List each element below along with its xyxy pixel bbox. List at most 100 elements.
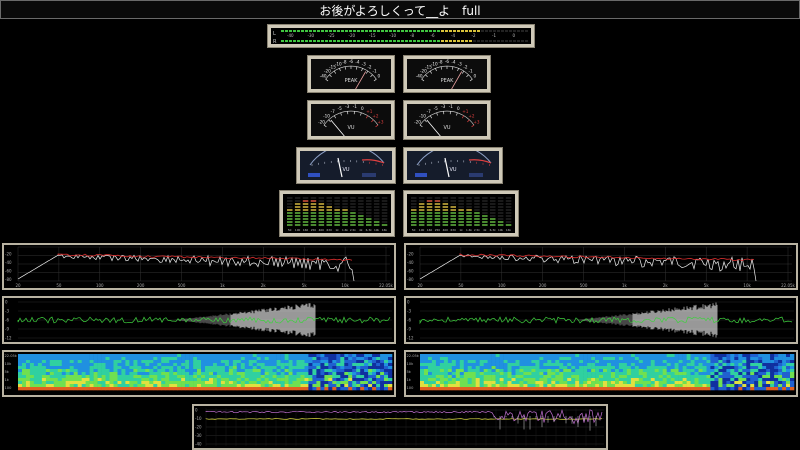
spectrogram-cell: [618, 360, 624, 364]
spectrogram-cell: [678, 360, 683, 364]
spectrogram-cell: [690, 372, 695, 376]
spectrogram-cell: [603, 378, 608, 382]
spectrogram-cell: [244, 381, 250, 385]
octave-segment: [418, 197, 425, 199]
spectrogram-cell: [300, 366, 305, 370]
spectrogram-cell: [762, 381, 767, 385]
spectrogram-cell: [117, 384, 122, 388]
spectrogram-cell: [738, 354, 743, 358]
spectrogram-cell: [165, 384, 170, 388]
spectrogram-cell: [722, 375, 727, 379]
spectrogram-cell: [33, 381, 39, 385]
octave-segment: [490, 224, 496, 226]
spectrogram-cell: [256, 357, 261, 361]
octave-segment: [450, 203, 456, 205]
octave-segment: [458, 215, 464, 217]
spectrogram-cell: [758, 384, 763, 388]
spectrogram-cell: [364, 384, 369, 388]
spectrogram-cell: [782, 363, 787, 367]
spectrogram-cell: [169, 381, 174, 385]
dial-label: VU: [342, 167, 349, 173]
level-segment: [333, 40, 336, 42]
spectrogram-cell: [435, 375, 441, 379]
spectrogram-cell: [642, 375, 648, 379]
spectrogram-cell: [563, 366, 568, 370]
spectrogram-cell: [336, 372, 341, 376]
spectrogram-cell: [626, 381, 632, 385]
spectrogram-cell: [722, 366, 727, 370]
octave-segment: [310, 203, 317, 205]
spectrogram-cell: [459, 366, 465, 370]
level-scale-label: -15: [369, 33, 376, 38]
spectrogram-cell: [523, 375, 528, 379]
octave-segment: [366, 221, 372, 223]
spectrogram-cell: [420, 363, 425, 367]
spectrogram-cell: [336, 375, 341, 379]
spectrogram-cell: [420, 360, 425, 364]
spectrogram-cell: [503, 354, 508, 358]
level-segment: [341, 30, 344, 32]
spectrogram-cell: [615, 375, 620, 379]
spectrogram-cell: [292, 384, 297, 388]
spectrogram-cell: [467, 357, 472, 361]
spectrogram-cell: [304, 378, 309, 382]
spectrogram-cell: [435, 363, 441, 367]
spectrogram-cell: [256, 372, 261, 376]
spectrogram-cell: [638, 381, 644, 385]
spectrogram-cell: [360, 360, 365, 364]
loudness-y-label: -30: [195, 433, 202, 438]
spectrogram-cell: [698, 363, 703, 367]
spectrogram-cell: [603, 360, 608, 364]
spectrogram-cell: [706, 360, 711, 364]
spectrogram-cell: [388, 363, 393, 367]
spectrogram-cell: [121, 363, 126, 367]
spectrogram-cell: [431, 354, 437, 358]
spectrogram-cell: [336, 357, 341, 361]
level-segment: [305, 40, 308, 42]
level-segment: [405, 40, 408, 42]
spectrogram-cell: [18, 384, 23, 388]
octave-segment: [482, 218, 488, 220]
spectrogram-cell: [758, 366, 763, 370]
spectrogram-cell: [618, 378, 624, 382]
spectrogram-cell: [515, 369, 520, 373]
spectrogram-cell: [296, 357, 301, 361]
spectrogram-cell: [686, 372, 691, 376]
spectrogram-cell: [153, 387, 158, 391]
octave-segment: [497, 212, 504, 214]
spectrogram-cell: [185, 357, 190, 361]
spectrogram-cell: [778, 357, 783, 361]
spectrogram-cell: [431, 369, 437, 373]
spectrogram-cell: [634, 381, 640, 385]
spectrogram-cell: [471, 366, 476, 370]
spectrogram-cell: [595, 375, 600, 379]
spectrogram-cell: [85, 372, 90, 376]
spectrogram-cell: [734, 366, 739, 370]
spectrogram-cell: [770, 384, 775, 388]
spectrogram-cell: [575, 360, 580, 364]
spectrogram-cell: [467, 372, 472, 376]
spectrogram-cell: [57, 357, 63, 361]
spectrogram-cell: [567, 363, 572, 367]
spectrum-x-label: 2k: [261, 283, 267, 288]
spectrogram-cell: [129, 381, 134, 385]
level-segment: [473, 30, 476, 32]
spectrogram-cell: [515, 366, 520, 370]
octave-segment: [450, 218, 456, 220]
spectrogram-cell: [499, 363, 504, 367]
level-segment: [417, 30, 420, 32]
spectrogram-cell: [455, 378, 461, 382]
spectrogram-cell: [571, 378, 576, 382]
spectrogram-cell: [575, 372, 580, 376]
spectrogram-cell: [487, 366, 492, 370]
dial-scale-label: -3: [345, 104, 350, 109]
spectrogram-cell: [495, 354, 500, 358]
spectrogram-cell: [503, 375, 508, 379]
octave-segment: [411, 224, 417, 226]
spectrogram-cell: [774, 363, 779, 367]
spectrogram-cell: [626, 378, 632, 382]
spectrogram-cell: [29, 387, 35, 391]
spectrogram-cell: [551, 369, 556, 373]
spectrogram-cell: [495, 369, 500, 373]
spectrogram-cell: [133, 366, 138, 370]
